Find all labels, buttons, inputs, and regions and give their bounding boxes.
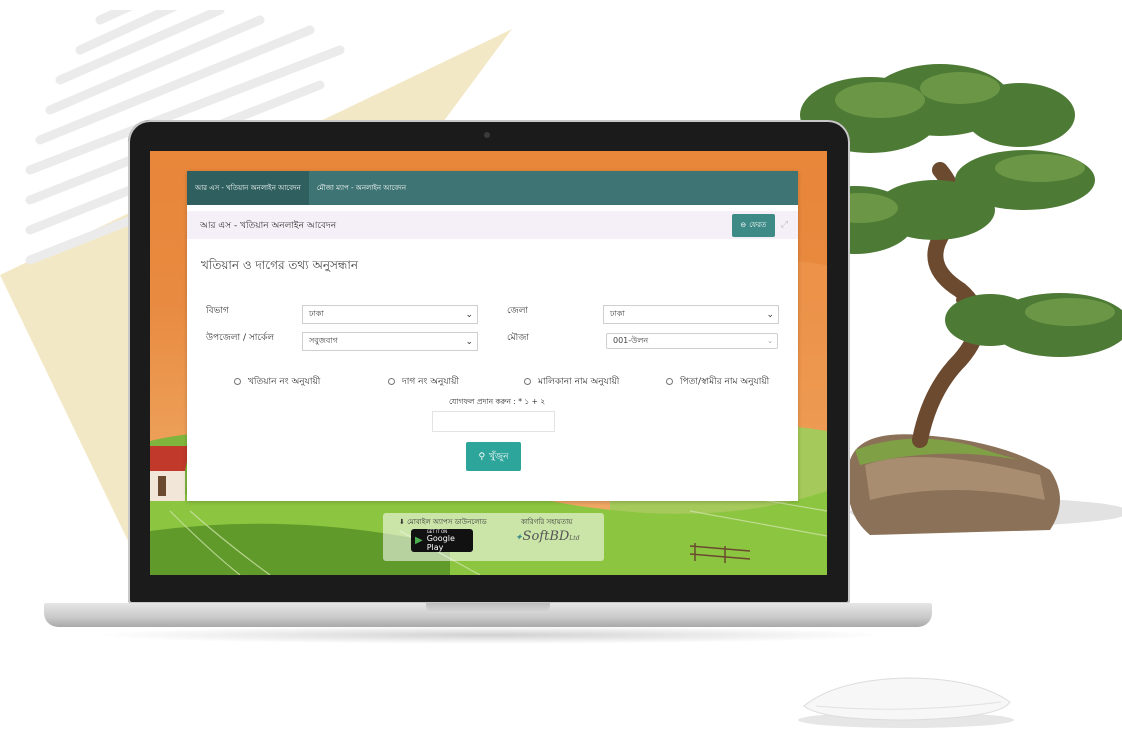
search-icon: ⚲ <box>478 451 486 462</box>
camera-icon <box>484 132 490 138</box>
captcha-label: যোগফল প্রদান করুন : * ১ + ২ <box>449 397 546 406</box>
radio-label: পিতা/স্বামীর নাম অনুযায়ী <box>680 377 770 387</box>
radio-circle-icon[interactable] <box>524 378 531 385</box>
download-label-text: মোবাইল অ্যাপস ডাউনলোড <box>407 518 487 526</box>
section-heading: খতিয়ান ও দাগের তথ্য অনুসন্ধান <box>201 258 359 272</box>
laptop-screen-bezel: আর এস - খতিয়ান অনলাইন আবেদন মৌজা ম্যাপ … <box>128 120 850 604</box>
back-button-label: ফেরত <box>749 221 767 229</box>
division-label: বিভাগ <box>206 306 229 316</box>
expand-icon[interactable]: ⤢ <box>781 220 788 230</box>
brand-suffix: Ltd <box>569 535 580 542</box>
chevron-down-icon: ⌄ <box>465 309 473 320</box>
app-window: আর এস - খতিয়ান অনলাইন আবেদন মৌজা ম্যাপ … <box>187 171 798 501</box>
google-play-badge[interactable]: ▶ GET IT ON Google Play <box>411 529 473 552</box>
radio-label: খতিয়ান নং অনুযায়ী <box>248 377 321 387</box>
softbd-icon: ✦ <box>515 533 523 543</box>
download-label: ⬇ মোবাইল অ্যাপস ডাউনলোড <box>399 516 487 528</box>
google-play-label: Google Play <box>426 534 455 552</box>
google-play-text: GET IT ON Google Play <box>427 529 469 552</box>
download-icon: ⬇ <box>399 518 408 526</box>
radio-dag-no[interactable]: দাগ নং অনুযায়ী <box>388 374 459 389</box>
radio-circle-icon[interactable] <box>388 378 395 385</box>
radio-label: মালিকানা নাম অনুযায়ী <box>538 377 620 387</box>
play-icon: ▶ <box>415 535 423 546</box>
mouza-value: 001-উলন <box>613 335 649 345</box>
footer-card: ⬇ মোবাইল অ্যাপস ডাউনলোড ▶ GET IT ON Goog… <box>383 513 604 561</box>
softbd-logo[interactable]: ✦SoftBDLtd <box>515 529 580 544</box>
laptop-screen: আর এস - খতিয়ান অনলাইন আবেদন মৌজা ম্যাপ … <box>150 151 827 575</box>
tab-mouza-map[interactable]: মৌজা ম্যাপ - অনলাইন আবেদন <box>309 171 414 205</box>
mouza-label: মৌজা <box>507 333 529 343</box>
search-button-label: খুঁজুন <box>489 452 509 462</box>
radio-khatian-no[interactable]: খতিয়ান নং অনুযায়ী <box>234 374 320 389</box>
page-title: আর এস - খতিয়ান অনলাইন আবেদন <box>200 220 337 231</box>
radio-circle-icon[interactable] <box>666 378 673 385</box>
laptop-base <box>44 603 932 627</box>
radio-label: দাগ নং অনুযায়ী <box>402 377 460 387</box>
division-select[interactable]: ঢাকা ⌄ <box>302 305 478 324</box>
mouse-image <box>798 677 1014 728</box>
back-button[interactable]: ⊖ ফেরত <box>731 213 775 237</box>
upazila-value: সবুজবাগ <box>309 336 338 345</box>
back-arrow-icon: ⊖ <box>740 221 747 229</box>
brand-name: SoftBD <box>522 529 570 544</box>
laptop-shadow <box>90 626 890 644</box>
upazila-label: উপজেলা / সার্কেল <box>206 333 275 343</box>
laptop-notch <box>426 603 550 613</box>
chevron-down-icon: ⌄ <box>465 336 473 347</box>
product-showcase: আর এস - খতিয়ান অনলাইন আবেদন মৌজা ম্যাপ … <box>0 0 1122 738</box>
chevron-down-icon: ⌄ <box>767 337 773 345</box>
radio-circle-icon[interactable] <box>234 378 241 385</box>
radio-father-name[interactable]: পিতা/স্বামীর নাম অনুযায়ী <box>666 374 769 389</box>
chevron-down-icon: ⌄ <box>766 309 774 320</box>
mouza-select[interactable]: 001-উলন ⌄ <box>606 333 778 349</box>
tab-rs-khatian[interactable]: আর এস - খতিয়ান অনলাইন আবেদন <box>187 171 309 205</box>
radio-owner-name[interactable]: মালিকানা নাম অনুযায়ী <box>524 374 619 389</box>
captcha-input[interactable] <box>432 411 555 432</box>
division-value: ঢাকা <box>309 309 324 318</box>
top-nav: আর এস - খতিয়ান অনলাইন আবেদন মৌজা ম্যাপ … <box>187 171 798 205</box>
upazila-select[interactable]: সবুজবাগ ⌄ <box>302 332 478 351</box>
district-value: ঢাকা <box>610 309 625 318</box>
search-button[interactable]: ⚲ খুঁজুন <box>466 442 521 471</box>
tech-support-label: কারিগরি সহায়তায় <box>521 518 573 526</box>
page-titlebar: আর এস - খতিয়ান অনলাইন আবেদন ⊖ ফেরত ⤢ <box>187 211 798 239</box>
district-label: জেলা <box>507 306 529 316</box>
district-select[interactable]: ঢাকা ⌄ <box>603 305 779 324</box>
titlebar-actions: ⊖ ফেরত ⤢ <box>731 213 788 237</box>
